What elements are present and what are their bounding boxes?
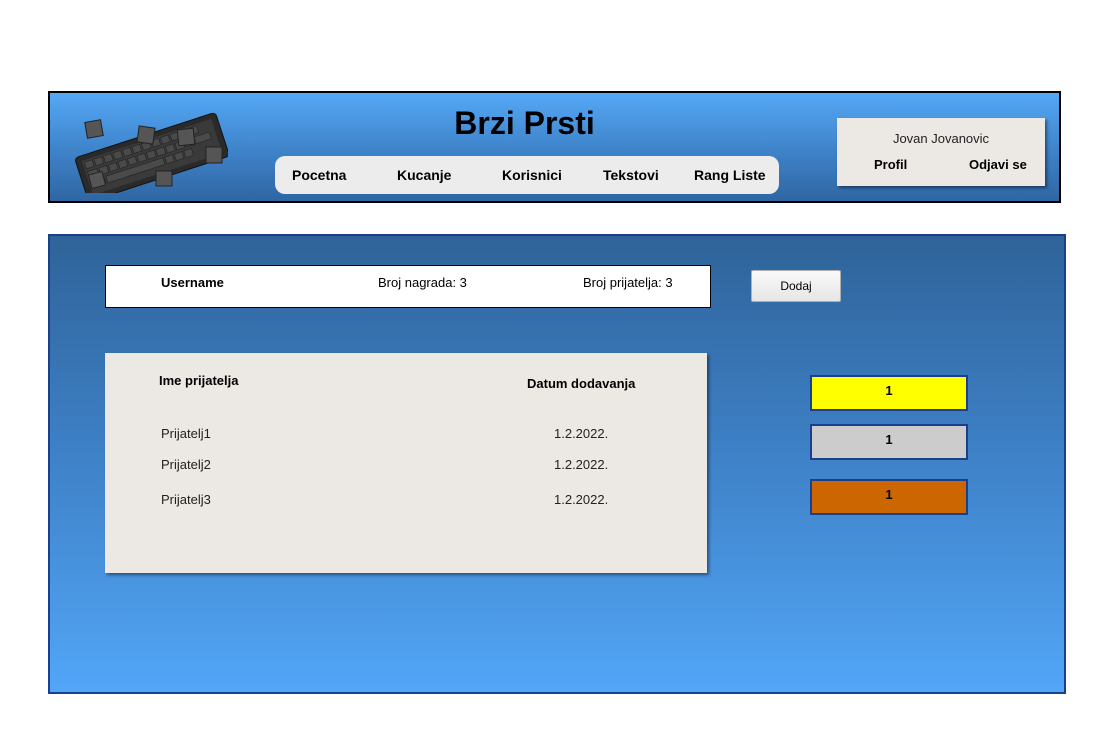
friend-name: Prijatelj2 [161,457,211,472]
friend-name: Prijatelj1 [161,426,211,441]
silver-medal-count: 1 [810,424,968,460]
user-name: Jovan Jovanovic [892,131,990,146]
nav-item-pocetna[interactable]: Pocetna [292,167,346,183]
friend-date: 1.2.2022. [554,492,609,507]
nav-item-rang-liste[interactable]: Rang Liste [694,167,766,183]
gold-medal-count: 1 [810,375,968,411]
main-nav: Pocetna Kucanje Korisnici Tekstovi Rang … [275,156,779,194]
profile-link[interactable]: Profil [874,157,907,172]
profile-main-panel: Username Broj nagrada: 3 Broj prijatelja… [48,234,1066,694]
add-friend-button[interactable]: Dodaj [751,270,841,302]
awards-count: Broj nagrada: 3 [378,275,467,290]
friends-table: Ime prijatelja Datum dodavanja Prijatelj… [105,353,707,573]
friend-date: 1.2.2022. [554,457,609,472]
profile-stats-bar: Username Broj nagrada: 3 Broj prijatelja… [105,265,711,308]
app-header: Brzi Prsti Pocetna Kucanje Korisnici Tek… [48,91,1061,203]
logout-link[interactable]: Odjavi se [969,157,1027,172]
friend-name: Prijatelj3 [161,492,211,507]
column-header-date: Datum dodavanja [527,376,636,391]
nav-item-korisnici[interactable]: Korisnici [502,167,562,183]
bronze-medal-count: 1 [810,479,968,515]
username-label: Username [161,275,224,290]
column-header-name: Ime prijatelja [159,373,239,388]
user-panel: Jovan Jovanovic Profil Odjavi se [837,118,1045,186]
nav-item-tekstovi[interactable]: Tekstovi [603,167,659,183]
friends-count: Broj prijatelja: 3 [583,275,673,290]
nav-item-kucanje[interactable]: Kucanje [397,167,451,183]
friend-date: 1.2.2022. [554,426,609,441]
